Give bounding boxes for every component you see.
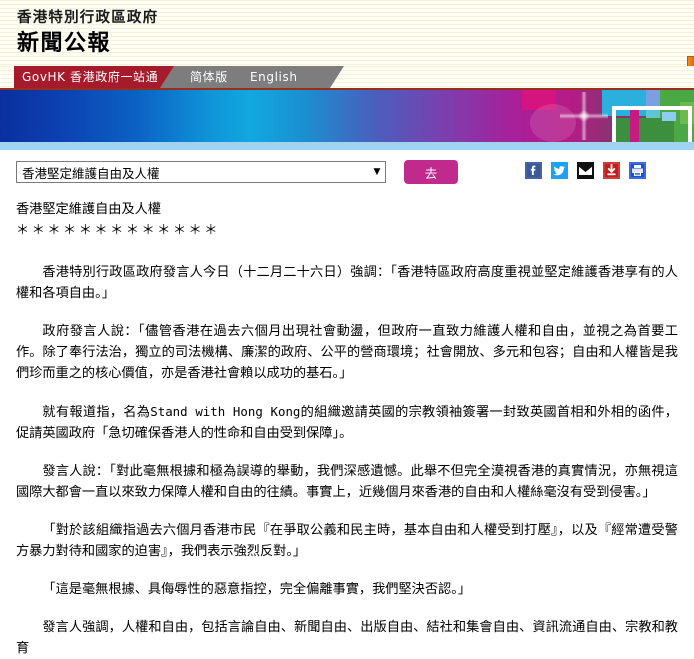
site-header: 香港特別行政區政府 新聞公報	[0, 0, 694, 66]
article-paragraph: 「這是毫無根據、具侮辱性的惡意指控，完全偏離事實，我們堅決否認。」	[16, 562, 678, 600]
banner-underline	[0, 142, 694, 151]
banner-sparkle-icon	[560, 92, 608, 140]
side-feedback-tab[interactable]	[687, 56, 694, 66]
go-button[interactable]: 去	[404, 160, 458, 184]
twitter-icon[interactable]	[551, 162, 568, 179]
banner-stripe-lightblue	[662, 112, 676, 121]
language-tabstrip: GovHK 香港政府一站通 简体版 English	[0, 66, 694, 88]
email-icon[interactable]	[577, 162, 594, 179]
banner-stripe-pink	[630, 110, 639, 142]
download-icon[interactable]	[603, 162, 620, 179]
article-paragraph: 發言人強調，人權和自由，包括言論自由、新聞自由、出版自由、結社和集會自由、資訊流…	[16, 600, 678, 659]
article-select-dropdown[interactable]: 香港堅定維護自由及人權 ▼	[16, 161, 386, 183]
brand-banner	[0, 88, 694, 142]
tab-simplified-label[interactable]: 简体版	[190, 66, 228, 88]
article-separator-stars: ＊＊＊＊＊＊＊＊＊＊＊＊＊	[16, 220, 678, 241]
paragraph-text-before: 就有報道指，名為	[42, 405, 150, 420]
banner-graphic	[494, 90, 694, 142]
article-paragraph: 香港特別行政區政府發言人今日（十二月二十六日）強調：「香港特區政府高度重視並堅定…	[16, 241, 678, 304]
print-icon[interactable]	[629, 162, 646, 179]
article-paragraph: 「對於該組織指過去六個月香港市民『在爭取公義和民主時，基本自由和人權受到打壓』，…	[16, 503, 678, 562]
article-body: 香港堅定維護自由及人權 ＊＊＊＊＊＊＊＊＊＊＊＊＊ 香港特別行政區政府發言人今日…	[0, 199, 694, 659]
government-name: 香港特別行政區政府	[17, 9, 694, 27]
tab-govhk-label[interactable]: GovHK 香港政府一站通	[22, 66, 158, 88]
article-paragraph-with-org-name: 就有報道指，名為Stand with Hong Kong的組織邀請英國的宗教領袖…	[16, 384, 678, 444]
tab-english-label[interactable]: English	[250, 66, 298, 88]
organisation-name: Stand with Hong Kong	[150, 404, 300, 419]
publication-title: 新聞公報	[17, 29, 694, 59]
article-title: 香港堅定維護自由及人權	[16, 199, 678, 220]
chevron-down-icon: ▼	[369, 162, 385, 182]
page-toolbar: 香港堅定維護自由及人權 ▼ 去	[0, 151, 694, 199]
header-titles: 香港特別行政區政府 新聞公報	[0, 0, 694, 59]
article-select-value: 香港堅定維護自由及人權	[17, 163, 369, 182]
banner-white-frame	[612, 106, 692, 142]
social-share-bar	[525, 162, 646, 179]
article-paragraph: 政府發言人說：「儘管香港在過去六個月出現社會動盪，但政府一直致力維護人權和自由，…	[16, 304, 678, 384]
facebook-icon[interactable]	[525, 162, 542, 179]
article-paragraph: 發言人說：「對此毫無根據和極為誤導的舉動，我們深感遺憾。此舉不但完全漠視香港的真…	[16, 444, 678, 503]
